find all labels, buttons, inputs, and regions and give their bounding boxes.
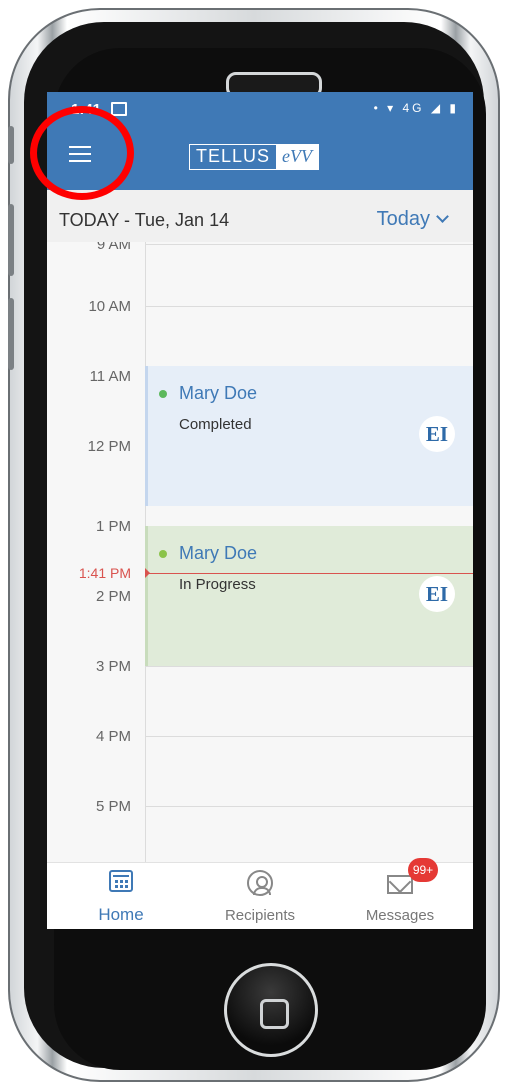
hour-label: 4 PM	[95, 728, 131, 745]
day-timeline[interactable]: 9 AM 10 AM 11 AM 12 PM 1 PM 2 PM 3 PM 4 …	[47, 242, 473, 862]
person-icon	[247, 870, 273, 896]
current-time-line	[145, 573, 473, 574]
phone-side-button	[8, 204, 14, 276]
logo-sub: eVV	[276, 145, 319, 169]
app-screen: 1:41 • ▾ 4G ◢ ▮ TELLUS eVV TODAY - Tue, …	[47, 92, 473, 929]
menu-icon[interactable]	[69, 146, 91, 162]
hour-label: 11 AM	[89, 368, 131, 385]
hour-label: 3 PM	[95, 658, 131, 675]
hour-label: 2 PM	[95, 588, 131, 605]
chevron-down-icon	[436, 210, 449, 223]
phone-home-button[interactable]	[224, 963, 318, 1057]
client-name: Mary Doe	[179, 543, 258, 563]
nav-home-label: Home	[98, 905, 144, 924]
hour-line	[145, 666, 473, 667]
client-name: Mary Doe	[179, 383, 258, 403]
mail-icon	[111, 102, 127, 116]
status-time: 1:41	[71, 101, 102, 118]
visit-card-in-progress[interactable]: Mary Doe In Progress EI	[145, 526, 473, 666]
calendar-icon	[109, 870, 133, 892]
visit-badge: EI	[419, 576, 455, 612]
phone-side-button	[8, 298, 14, 370]
status-dot	[159, 550, 167, 558]
nav-messages[interactable]: 99+ Messages	[340, 858, 460, 929]
current-time-label: 1:41 PM	[78, 565, 131, 581]
hour-line	[145, 306, 473, 307]
envelope-icon	[387, 875, 413, 894]
nav-recipients-label: Recipients	[224, 907, 296, 924]
nav-recipients[interactable]: Recipients	[200, 863, 320, 929]
current-date: TODAY - Tue, Jan 14	[59, 210, 230, 230]
hour-line	[145, 806, 473, 807]
nav-home[interactable]: Home	[61, 863, 181, 929]
visit-accent-bar	[145, 526, 148, 666]
phone-side-button	[8, 126, 14, 164]
hour-label: 5 PM	[95, 798, 131, 815]
hour-label: 1 PM	[95, 518, 131, 535]
logo-main: TELLUS	[196, 146, 271, 166]
messages-badge: 99+	[408, 858, 438, 882]
date-bar: TODAY - Tue, Jan 14 Today	[47, 190, 473, 243]
today-dropdown[interactable]: Today	[376, 208, 449, 231]
hour-line	[145, 244, 473, 245]
visit-status: Completed	[179, 416, 252, 433]
hour-label: 10 AM	[88, 298, 131, 315]
visit-badge: EI	[419, 416, 455, 452]
app-logo: TELLUS eVV	[189, 144, 320, 170]
visit-status: In Progress	[179, 576, 256, 593]
hour-label: 9 AM	[96, 242, 131, 253]
hour-line	[145, 736, 473, 737]
status-bar: 1:41 • ▾ 4G ◢ ▮	[47, 92, 473, 126]
hour-label: 12 PM	[87, 438, 131, 455]
status-icons: • ▾ 4G ◢ ▮	[373, 101, 459, 115]
home-square-icon	[260, 999, 289, 1029]
today-label: Today	[376, 208, 430, 230]
visit-accent-bar	[145, 366, 148, 506]
bottom-nav: Home Recipients 99+ Messages	[47, 858, 473, 929]
status-dot	[159, 390, 167, 398]
visit-card-completed[interactable]: Mary Doe Completed EI	[145, 366, 473, 506]
app-header: TELLUS eVV	[47, 126, 473, 190]
nav-messages-label: Messages	[365, 907, 435, 924]
current-time-marker	[145, 568, 150, 578]
